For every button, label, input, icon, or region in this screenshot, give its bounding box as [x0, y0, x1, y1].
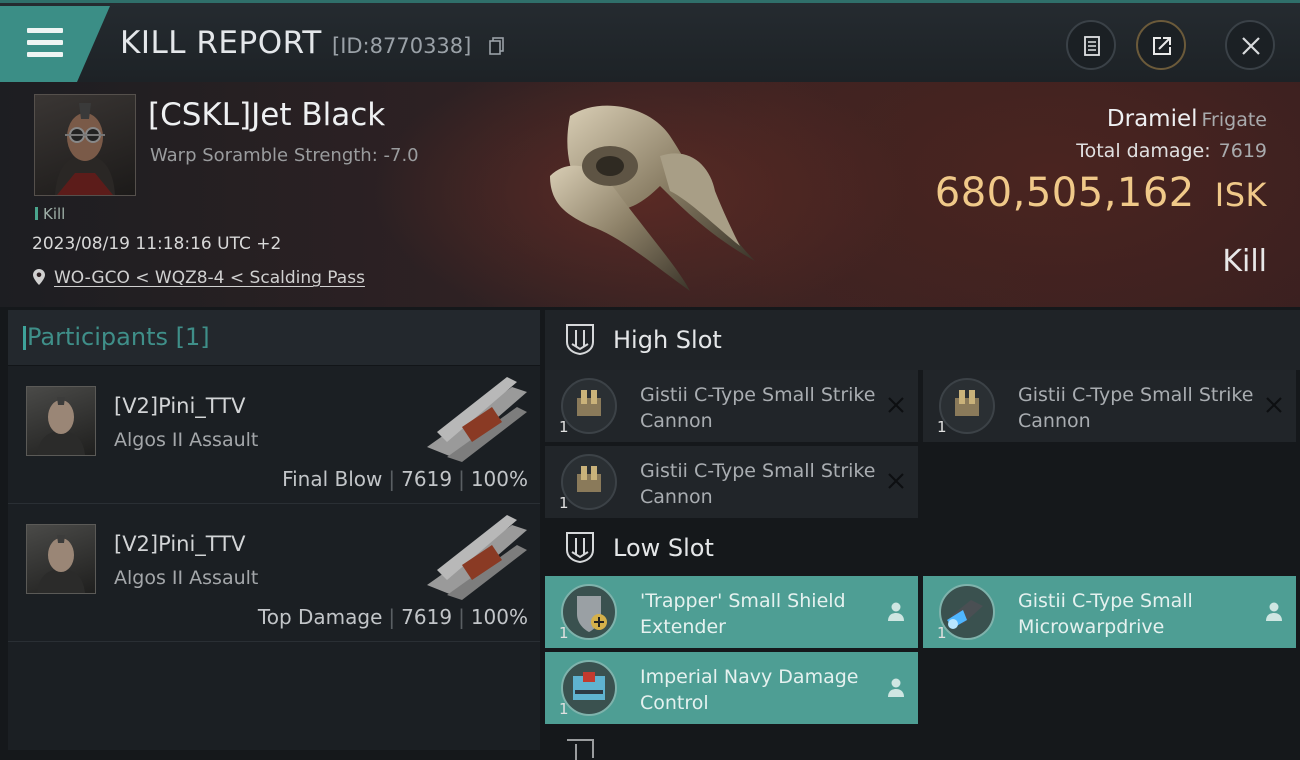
participant-ship-image: [427, 377, 527, 462]
module-name: Gistii C-Type Small Microwarpdrive: [1018, 590, 1193, 638]
module-quantity: 1: [937, 418, 947, 436]
isk-amount: 680,505,162: [934, 170, 1195, 216]
module-slot[interactable]: 1 Gistii C-Type Small Strike Cannon: [545, 446, 918, 518]
menu-button[interactable]: [0, 6, 110, 82]
shield-extender-icon: [561, 584, 617, 640]
low-slot-header: Low Slot: [545, 518, 1300, 578]
high-slot-icon: [566, 324, 594, 356]
pilot-portrait-icon: [37, 397, 85, 455]
report-button[interactable]: [1066, 20, 1116, 70]
cannon-icon: [939, 378, 995, 434]
participants-header[interactable]: Participants [1]: [8, 310, 540, 366]
pilot-portrait-icon: [55, 103, 115, 195]
page-title: KILL REPORT: [120, 25, 322, 61]
participant-avatar[interactable]: [26, 524, 96, 594]
participant-damage: 7619: [401, 467, 453, 491]
participant-ship: Algos II Assault: [114, 429, 259, 451]
copy-icon[interactable]: [489, 37, 505, 55]
module-slot[interactable]: 1 Gistii C-Type Small Strike Cannon: [545, 370, 918, 442]
share-icon: [1153, 37, 1171, 55]
module-slot[interactable]: 1 Gistii C-Type Small Microwarpdrive: [923, 576, 1296, 648]
module-slot[interactable]: 1 Imperial Navy Damage Control: [545, 652, 918, 724]
kill-datetime: 2023/08/19 11:18:16 UTC +2: [32, 234, 282, 254]
close-button[interactable]: [1225, 20, 1275, 70]
document-icon: [1084, 36, 1100, 56]
participant-name[interactable]: [V2]Pini_TTV: [114, 532, 245, 556]
participant-role: Top Damage: [257, 605, 383, 629]
location-pin-icon: [33, 269, 45, 285]
participant-stats: Top Damage | 7619 | 100%: [257, 605, 528, 629]
participant-stats: Final Blow | 7619 | 100%: [282, 467, 528, 491]
participant-row[interactable]: [V2]Pini_TTV Algos II Assault Top Damage…: [8, 504, 540, 642]
isk-value: 680,505,162 ISK: [935, 170, 1267, 216]
module-name: Gistii C-Type Small Strike Cannon: [1018, 384, 1254, 432]
total-damage: Total damage: 7619: [1076, 140, 1267, 162]
high-slot-header: High Slot: [545, 310, 1300, 370]
isk-unit: ISK: [1214, 176, 1267, 214]
module-name: Imperial Navy Damage Control: [640, 666, 859, 714]
ship-name: Dramiel: [1106, 106, 1198, 132]
total-damage-label: Total damage:: [1076, 140, 1211, 162]
victim-avatar[interactable]: [34, 94, 136, 196]
pilot-icon: [1266, 602, 1282, 621]
low-slot-label: Low Slot: [613, 534, 714, 562]
participant-role: Final Blow: [282, 467, 383, 491]
mid-slot-header-partial: [545, 728, 1300, 760]
participants-panel: Participants [1] [V2]Pini_TTV Algos II A…: [8, 310, 540, 750]
participant-name[interactable]: [V2]Pini_TTV: [114, 394, 245, 418]
location-link[interactable]: WO-GCO < WQZ8-4 < Scalding Pass: [54, 268, 365, 288]
microwarpdrive-icon: [939, 584, 995, 640]
module-quantity: 1: [559, 700, 569, 718]
share-button[interactable]: [1136, 20, 1186, 70]
close-icon: [1242, 37, 1260, 55]
ship-class: Frigate: [1201, 109, 1267, 131]
module-quantity: 1: [559, 624, 569, 642]
participant-avatar[interactable]: [26, 386, 96, 456]
participant-ship-image: [427, 515, 527, 600]
offline-x-icon: [888, 473, 904, 489]
victim-name[interactable]: [CSKL]Jet Black: [148, 97, 385, 133]
participants-label: Participants [1]: [23, 323, 210, 351]
module-name: Gistii C-Type Small Strike Cannon: [640, 460, 876, 508]
hamburger-icon: [27, 28, 63, 64]
offline-x-icon: [888, 397, 904, 413]
low-slot-icon: [566, 532, 594, 564]
module-name: Gistii C-Type Small Strike Cannon: [640, 384, 876, 432]
kill-tag: Kill: [35, 205, 65, 223]
high-slot-label: High Slot: [613, 326, 722, 354]
participant-ship: Algos II Assault: [114, 567, 259, 589]
pilot-icon: [888, 678, 904, 697]
report-id: [ID:8770338]: [332, 34, 472, 58]
module-quantity: 1: [937, 624, 947, 642]
module-quantity: 1: [559, 494, 569, 512]
participant-damage: 7619: [401, 605, 453, 629]
total-damage-value: 7619: [1218, 140, 1267, 162]
cannon-icon: [561, 378, 617, 434]
cannon-icon: [561, 454, 617, 510]
participant-percent: 100%: [470, 467, 528, 491]
kill-result: Kill: [1222, 244, 1267, 279]
pilot-portrait-icon: [37, 535, 85, 593]
kill-location[interactable]: WO-GCO < WQZ8-4 < Scalding Pass: [32, 268, 365, 288]
top-bar: KILL REPORT [ID:8770338]: [0, 0, 1300, 82]
pilot-icon: [888, 602, 904, 621]
module-slot[interactable]: 1 'Trapper' Small Shield Extender: [545, 576, 918, 648]
damage-control-icon: [561, 660, 617, 716]
victim-banner: [CSKL]Jet Black Warp Soramble Strength: …: [0, 82, 1300, 307]
participant-row[interactable]: [V2]Pini_TTV Algos II Assault Final Blow…: [8, 366, 540, 504]
participant-percent: 100%: [470, 605, 528, 629]
module-slot[interactable]: 1 Gistii C-Type Small Strike Cannon: [923, 370, 1296, 442]
module-name: 'Trapper' Small Shield Extender: [640, 590, 846, 638]
victim-ship-image: [550, 105, 755, 291]
offline-x-icon: [1266, 397, 1282, 413]
module-quantity: 1: [559, 418, 569, 436]
victim-ship[interactable]: Dramiel Frigate: [1107, 106, 1267, 132]
mid-slot-icon: [567, 739, 594, 760]
scramble-strength: Warp Soramble Strength: -7.0: [150, 145, 419, 166]
